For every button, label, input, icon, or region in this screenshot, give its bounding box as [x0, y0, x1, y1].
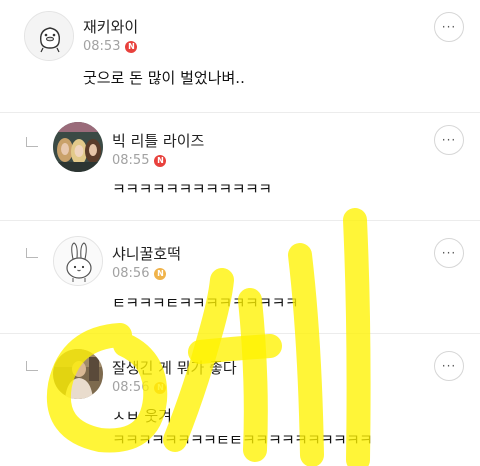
avatar[interactable] — [24, 11, 74, 61]
more-options-button[interactable]: ··· — [434, 125, 464, 155]
comment-time: 08:56 — [112, 380, 150, 395]
reply-indent-icon — [26, 361, 38, 371]
comment-author[interactable]: 샤니꿀호떡 — [112, 243, 181, 264]
comment-text: ㅌㅋㅋㅋㅌㅋㅋㅋㅋㅋㅋㅋㅋㅋ — [112, 294, 299, 312]
more-options-button[interactable]: ··· — [434, 12, 464, 42]
avatar[interactable] — [53, 349, 103, 399]
comment-time: 08:53 — [83, 39, 121, 54]
comment-text: 굿으로 돈 많이 벌었나벼.. — [83, 69, 245, 87]
rabbit-character-icon — [54, 237, 102, 285]
reply-indent-icon — [26, 137, 38, 147]
more-options-button[interactable]: ··· — [434, 351, 464, 381]
comment-meta: 08:56 N — [112, 380, 167, 395]
new-badge: N — [154, 154, 167, 167]
comment-time: 08:55 — [112, 153, 150, 168]
person-photo-icon — [53, 349, 103, 399]
comment-item: 재키와이 08:53 N 굿으로 돈 많이 벌었나벼.. ··· — [0, 0, 480, 113]
comment-text: ㅋㅋㅋㅋㅋㅋㅋㅋㅋㅋㅋㅋ — [112, 180, 272, 198]
comment-text: ㅅㅂ 웃겨 — [112, 407, 172, 425]
comment-item: 빅 리틀 라이즈 08:55 N ㅋㅋㅋㅋㅋㅋㅋㅋㅋㅋㅋㅋ ··· — [0, 113, 480, 220]
comment-meta: 08:53 N — [83, 39, 138, 54]
duck-character-icon — [25, 12, 73, 60]
new-badge: N — [154, 381, 167, 394]
comment-author[interactable]: 빅 리틀 라이즈 — [112, 130, 204, 151]
more-options-button[interactable]: ··· — [434, 238, 464, 268]
avatar[interactable] — [53, 236, 103, 286]
comment-author[interactable]: 잘생긴 게 뭐가 좋다 — [112, 357, 237, 378]
reply-indent-icon — [26, 248, 38, 258]
comment-meta: 08:55 N — [112, 153, 167, 168]
comment-meta: 08:56 N — [112, 266, 167, 281]
comment-author[interactable]: 재키와이 — [83, 16, 138, 37]
comment-text-line2: ㅋㅋㅋㅋㅋㅋㅋㅋㅌㅌㅋㅋㅋㅋㅋㅋㅋㅋㅋㅋ — [112, 431, 373, 449]
new-badge: N — [125, 40, 138, 53]
poster-photo-icon — [53, 122, 103, 172]
avatar[interactable] — [53, 122, 103, 172]
comment-item: 샤니꿀호떡 08:56 N ㅌㅋㅋㅋㅌㅋㅋㅋㅋㅋㅋㅋㅋㅋ ··· — [0, 221, 480, 333]
new-badge: N — [154, 267, 167, 280]
comment-time: 08:56 — [112, 266, 150, 281]
comment-item: 잘생긴 게 뭐가 좋다 08:56 N ㅅㅂ 웃겨 ㅋㅋㅋㅋㅋㅋㅋㅋㅌㅌㅋㅋㅋㅋ… — [0, 334, 480, 466]
